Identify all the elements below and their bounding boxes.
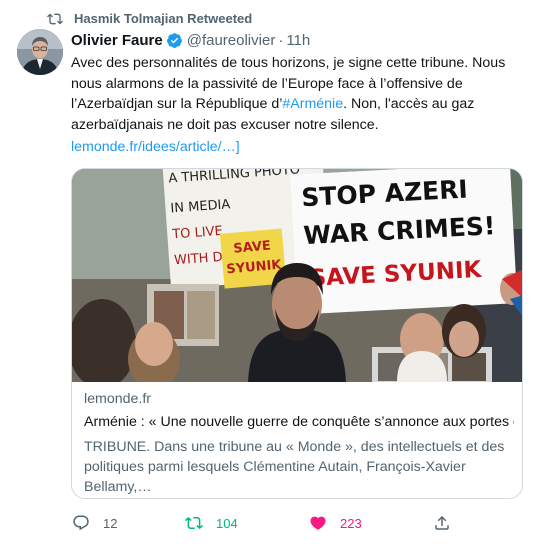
verified-badge-icon: [166, 32, 182, 48]
reply-count: 12: [103, 515, 118, 531]
tweet-actions: 12 104 223: [71, 512, 531, 534]
card-domain: lemonde.fr: [84, 391, 152, 407]
like-count: 223: [340, 515, 362, 531]
share-icon: [435, 515, 449, 530]
share-button[interactable]: [433, 512, 451, 534]
hashtag-link[interactable]: #Arménie: [282, 96, 343, 112]
retweet-icon: [47, 13, 63, 25]
retweet-banner-text: Hasmik Tolmajian Retweeted: [74, 11, 253, 26]
article-link[interactable]: lemonde.fr/idees/article/…]: [71, 139, 240, 155]
card-description: TRIBUNE. Dans une tribune au « Monde », …: [84, 439, 505, 495]
like-button[interactable]: 223: [309, 512, 362, 534]
tweet-text: Avec des personnalités de tous horizons,…: [71, 53, 531, 135]
retweet-button[interactable]: 104: [185, 512, 238, 534]
link-preview-card[interactable]: A THRILLING PHOTO IN MEDIA TO LIVE WITH …: [71, 168, 523, 499]
heart-icon: [310, 516, 326, 530]
separator-dot: ·: [278, 31, 284, 49]
tweet-header: Olivier Faure @faureolivier · 11h: [71, 30, 310, 50]
retweet-action-icon: [185, 516, 203, 530]
tweet-time[interactable]: 11h: [286, 32, 310, 49]
author-name[interactable]: Olivier Faure: [71, 32, 163, 49]
reply-icon: [73, 515, 89, 531]
avatar[interactable]: [17, 29, 63, 75]
author-handle[interactable]: @faureolivier: [187, 32, 276, 49]
card-image[interactable]: A THRILLING PHOTO IN MEDIA TO LIVE WITH …: [72, 169, 522, 382]
card-title: Arménie : « Une nouvelle guerre de conqu…: [84, 414, 514, 430]
retweet-count: 104: [216, 515, 238, 531]
reply-button[interactable]: 12: [72, 512, 117, 534]
